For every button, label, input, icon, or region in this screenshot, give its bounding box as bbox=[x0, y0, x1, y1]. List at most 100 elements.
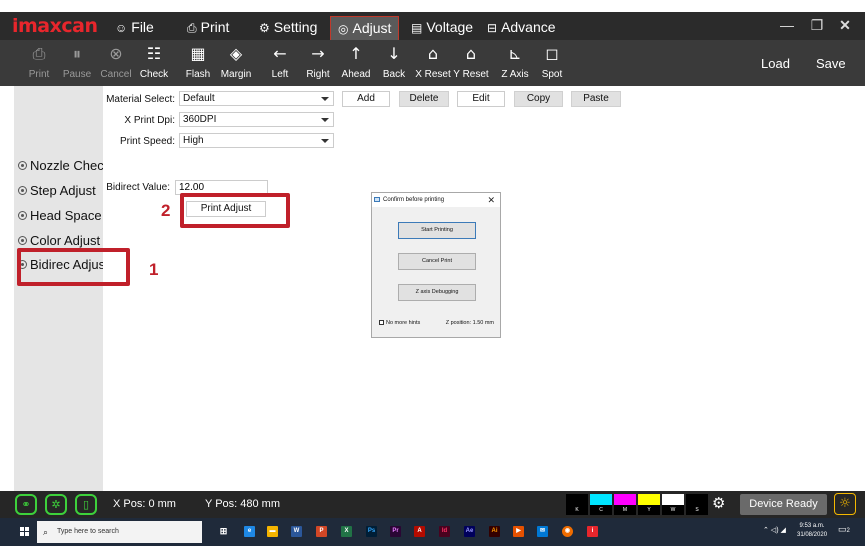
bidirec-label: Bidirect Value: bbox=[106, 182, 170, 193]
tool-margin[interactable]: ◈ Margin bbox=[219, 43, 253, 85]
menu-bar: imaxcan ☺ File ⎙ Print ⚙ Setting ◎ Adjust ▤ V… bbox=[0, 12, 865, 40]
radio-step-adjust[interactable]: Step Adjust bbox=[18, 183, 103, 198]
task-view-icon[interactable]: ⊞ bbox=[218, 526, 229, 537]
taskbar-search-input[interactable]: ⌕ Type here to search bbox=[37, 521, 202, 543]
fan-icon[interactable]: ✲ bbox=[45, 494, 67, 515]
printer-icon: ⎙ bbox=[187, 21, 197, 35]
app-logo: imaxcan bbox=[12, 15, 98, 37]
windows-start-icon[interactable] bbox=[20, 527, 29, 536]
delete-button[interactable]: Delete bbox=[399, 91, 449, 107]
radio-head-space[interactable]: Head Space bbox=[18, 208, 103, 223]
media-player-icon[interactable]: ▶ bbox=[513, 526, 524, 537]
menu-file[interactable]: ☺ File bbox=[108, 15, 161, 40]
z-axis-debugging-button[interactable]: Z axis Debugging bbox=[398, 284, 476, 301]
tool-y-reset[interactable]: ⌂ Y Reset bbox=[452, 43, 490, 85]
tool-z-axis[interactable]: ⊾ Z Axis bbox=[500, 43, 530, 85]
tool-ahead[interactable]: ↑ Ahead bbox=[339, 43, 373, 85]
voltage-icon: ▤ bbox=[411, 21, 423, 35]
link-icon[interactable]: ⚭ bbox=[15, 494, 37, 515]
tool-cancel[interactable]: ⊗ Cancel bbox=[100, 43, 132, 85]
right-arrow-icon: → bbox=[311, 44, 325, 63]
add-button[interactable]: Add bbox=[342, 91, 390, 107]
material-label: Material Select: bbox=[106, 94, 175, 105]
home-icon: ⌂ bbox=[427, 44, 439, 63]
pause-icon: ⏸ bbox=[72, 44, 81, 63]
lightbulb-icon[interactable]: ☼ bbox=[834, 493, 856, 515]
close-icon[interactable]: ✕ bbox=[830, 14, 860, 36]
chrome-icon[interactable]: ◉ bbox=[562, 526, 573, 537]
check-icon: ☷ bbox=[146, 44, 162, 63]
tool-print[interactable]: ⎙ Print bbox=[26, 43, 52, 85]
status-bar: ⚭ ✲ ▯ X Pos: 0 mm Y Pos: 480 mm K C M Y … bbox=[0, 491, 865, 518]
ink-y: Y bbox=[638, 494, 660, 515]
start-printing-button[interactable]: Start Printing bbox=[398, 222, 476, 239]
excel-icon[interactable]: X bbox=[341, 526, 352, 537]
tool-flash[interactable]: ▦ Flash bbox=[183, 43, 213, 85]
premiere-icon[interactable]: Pr bbox=[390, 526, 401, 537]
dpi-label: X Print Dpi: bbox=[124, 115, 175, 126]
no-more-hints-checkbox[interactable]: No more hints bbox=[379, 320, 420, 326]
minimize-icon[interactable]: — bbox=[772, 14, 802, 36]
after-effects-icon[interactable]: Ae bbox=[464, 526, 475, 537]
ink-s: S bbox=[686, 494, 708, 515]
ink-settings-icon[interactable]: ⚙ bbox=[712, 494, 725, 512]
ink-k: K bbox=[566, 494, 588, 515]
print-icon: ⎙ bbox=[32, 44, 46, 63]
close-icon[interactable]: ✕ bbox=[487, 193, 495, 207]
radio-nozzle-check[interactable]: Nozzle Check bbox=[18, 158, 103, 173]
acrobat-icon[interactable]: A bbox=[414, 526, 425, 537]
mail-icon[interactable]: ✉ bbox=[537, 526, 548, 537]
tool-right[interactable]: → Right bbox=[303, 43, 333, 85]
z-position-readout: Z position: 1.50 mm bbox=[445, 320, 494, 326]
ink-c-level bbox=[590, 494, 612, 505]
speed-label: Print Speed: bbox=[119, 136, 175, 147]
radio-dot-icon bbox=[18, 236, 27, 246]
edge-icon[interactable]: e bbox=[244, 526, 255, 537]
word-icon[interactable]: W bbox=[291, 526, 302, 537]
imaxcan-taskbar-icon[interactable]: i bbox=[587, 526, 598, 537]
notification-icon[interactable]: ▭2 bbox=[838, 524, 850, 535]
file-explorer-icon[interactable]: ▬ bbox=[267, 526, 278, 537]
x-position: X Pos: 0 mm bbox=[113, 498, 176, 510]
radio-dot-icon bbox=[18, 211, 27, 221]
ink-w: W bbox=[662, 494, 684, 515]
photoshop-icon[interactable]: Ps bbox=[366, 526, 377, 537]
speed-select[interactable]: High bbox=[179, 133, 334, 148]
chevron-down-icon bbox=[321, 139, 329, 143]
callout-number-2: 2 bbox=[161, 201, 171, 220]
menu-print[interactable]: ⎙ Print bbox=[180, 15, 236, 40]
illustrator-icon[interactable]: Ai bbox=[489, 526, 500, 537]
chevron-down-icon bbox=[321, 118, 329, 122]
menu-advance[interactable]: ⊟ Advance bbox=[480, 15, 563, 40]
system-tray-icons[interactable]: ⌃ ◁) ◢ bbox=[763, 526, 786, 534]
edit-button[interactable]: Edit bbox=[457, 91, 505, 107]
tool-check[interactable]: ☷ Check bbox=[138, 43, 170, 85]
indesign-icon[interactable]: Id bbox=[439, 526, 450, 537]
menu-adjust[interactable]: ◎ Adjust bbox=[330, 16, 400, 40]
paste-button[interactable]: Paste bbox=[571, 91, 621, 107]
load-button[interactable]: Load bbox=[761, 56, 790, 71]
menu-voltage[interactable]: ▤ Voltage bbox=[404, 15, 480, 40]
down-arrow-icon: ↓ bbox=[387, 44, 401, 63]
save-button[interactable]: Save bbox=[816, 56, 846, 71]
radio-dot-icon bbox=[18, 186, 27, 196]
thermometer-icon[interactable]: ▯ bbox=[75, 494, 97, 515]
tool-pause[interactable]: ⏸ Pause bbox=[62, 43, 92, 85]
top-strip bbox=[0, 0, 865, 12]
material-select[interactable]: Default bbox=[179, 91, 334, 106]
tool-spot[interactable]: ◻ Spot bbox=[538, 43, 566, 85]
cancel-print-button[interactable]: Cancel Print bbox=[398, 253, 476, 270]
powerpoint-icon[interactable]: P bbox=[316, 526, 327, 537]
tool-x-reset[interactable]: ⌂ X Reset bbox=[413, 43, 453, 85]
menu-setting[interactable]: ⚙ Setting bbox=[252, 15, 324, 40]
ink-s-level bbox=[686, 494, 708, 505]
home-icon: ⌂ bbox=[465, 44, 477, 63]
tool-back[interactable]: ↓ Back bbox=[380, 43, 408, 85]
clock[interactable]: 9:53 a.m. 31/08/2020 bbox=[797, 522, 827, 540]
cancel-icon: ⊗ bbox=[109, 44, 123, 63]
copy-button[interactable]: Copy bbox=[514, 91, 563, 107]
restore-icon[interactable]: ❐ bbox=[802, 14, 832, 36]
tool-left[interactable]: ← Left bbox=[267, 43, 293, 85]
radio-color-adjust[interactable]: Color Adjust bbox=[18, 233, 103, 248]
dpi-select[interactable]: 360DPI bbox=[179, 112, 334, 127]
